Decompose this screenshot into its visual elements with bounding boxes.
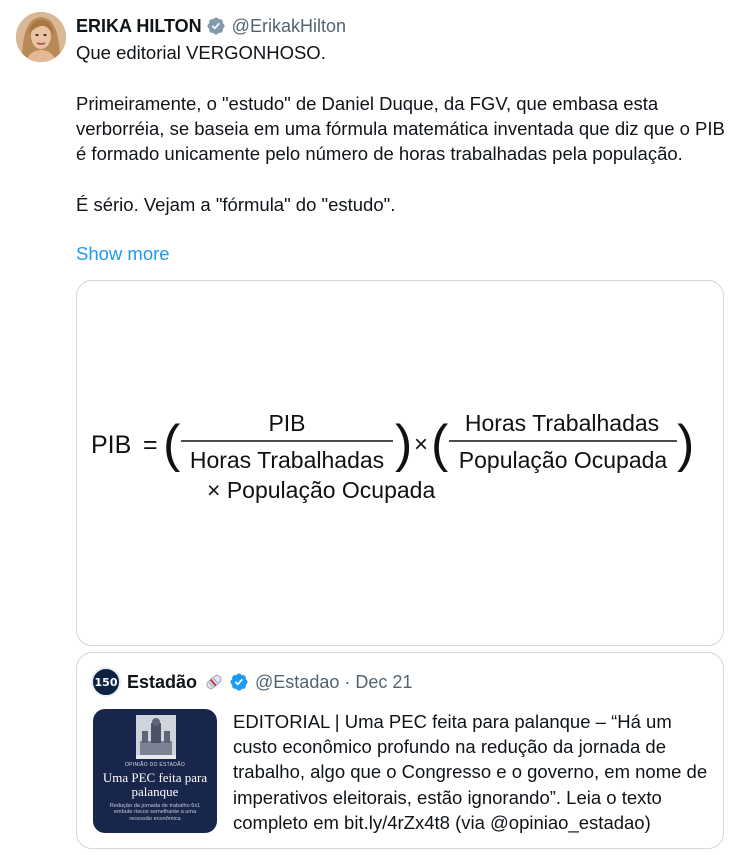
- formula-frac2-denominator: População Ocupada: [459, 447, 668, 473]
- quoted-tweet-text: EDITORIAL | Uma PEC feita para palanque …: [233, 711, 708, 833]
- quoted-author-handle[interactable]: @Estadao: [255, 672, 339, 693]
- formula-times: ×: [414, 431, 428, 458]
- formula-open-paren: (: [163, 415, 181, 473]
- attached-image[interactable]: PIB = ( PIB Horas Trabalhadas ) × ( Hora…: [76, 280, 724, 646]
- thumbnail-title: Uma PEC feita para palanque: [102, 770, 208, 799]
- quoted-tweet[interactable]: 150 Estadão @Estadao · Dec 21 OPINIÃO DO…: [76, 652, 724, 849]
- avatar-image: [16, 12, 66, 62]
- tweet-body: Que editorial VERGONHOSO. Primeiramente,…: [76, 40, 736, 217]
- thumbnail-subtitle: Redução da jornada de trabalho 6x1 embut…: [109, 803, 201, 822]
- formula-frac2-numerator: Horas Trabalhadas: [465, 410, 659, 436]
- formula-equals: =: [143, 431, 158, 459]
- author-handle[interactable]: @ErikakHilton: [232, 16, 346, 37]
- quoted-author-avatar[interactable]: 150: [91, 667, 121, 697]
- separator-dot: ·: [344, 671, 351, 692]
- formula-image: PIB = ( PIB Horas Trabalhadas ) × ( Hora…: [91, 410, 694, 503]
- thumbnail-kicker: OPINIÃO DO ESTADÃO: [124, 762, 186, 768]
- show-more-link[interactable]: Show more: [76, 241, 170, 266]
- verified-badge-icon[interactable]: [229, 672, 249, 692]
- quoted-tweet-header: 150 Estadão @Estadao · Dec 21: [91, 667, 412, 697]
- formula-line2: × População Ocupada: [207, 477, 435, 503]
- quoted-author-name[interactable]: Estadão: [127, 672, 197, 693]
- author-avatar[interactable]: [16, 12, 66, 62]
- quoted-tweet-thumbnail[interactable]: OPINIÃO DO ESTADÃO Uma PEC feita para pa…: [93, 709, 217, 833]
- newspaper-roll-icon: [203, 671, 225, 693]
- formula-close-paren: ): [395, 415, 412, 473]
- quoted-tweet-date[interactable]: Dec 21: [355, 672, 412, 693]
- formula-frac1-numerator: PIB: [268, 410, 305, 436]
- tweet-header: ERIKA HILTON @ErikakHilton: [76, 14, 346, 38]
- author-name[interactable]: ERIKA HILTON: [76, 16, 202, 37]
- formula-close-paren-2: ): [677, 415, 694, 473]
- formula-frac1-denominator: Horas Trabalhadas: [190, 447, 384, 473]
- tweet-paragraph: Primeiramente, o "estudo" de Daniel Duqu…: [76, 92, 725, 165]
- formula-lhs: PIB: [91, 431, 131, 459]
- tweet-paragraph: Que editorial VERGONHOSO.: [76, 42, 326, 63]
- thumbnail-illustration: [136, 715, 176, 759]
- tweet-paragraph: É sério. Vejam a "fórmula" do "estudo".: [76, 193, 396, 215]
- formula-open-paren-2: (: [431, 415, 449, 473]
- verified-badge-icon[interactable]: [206, 16, 226, 36]
